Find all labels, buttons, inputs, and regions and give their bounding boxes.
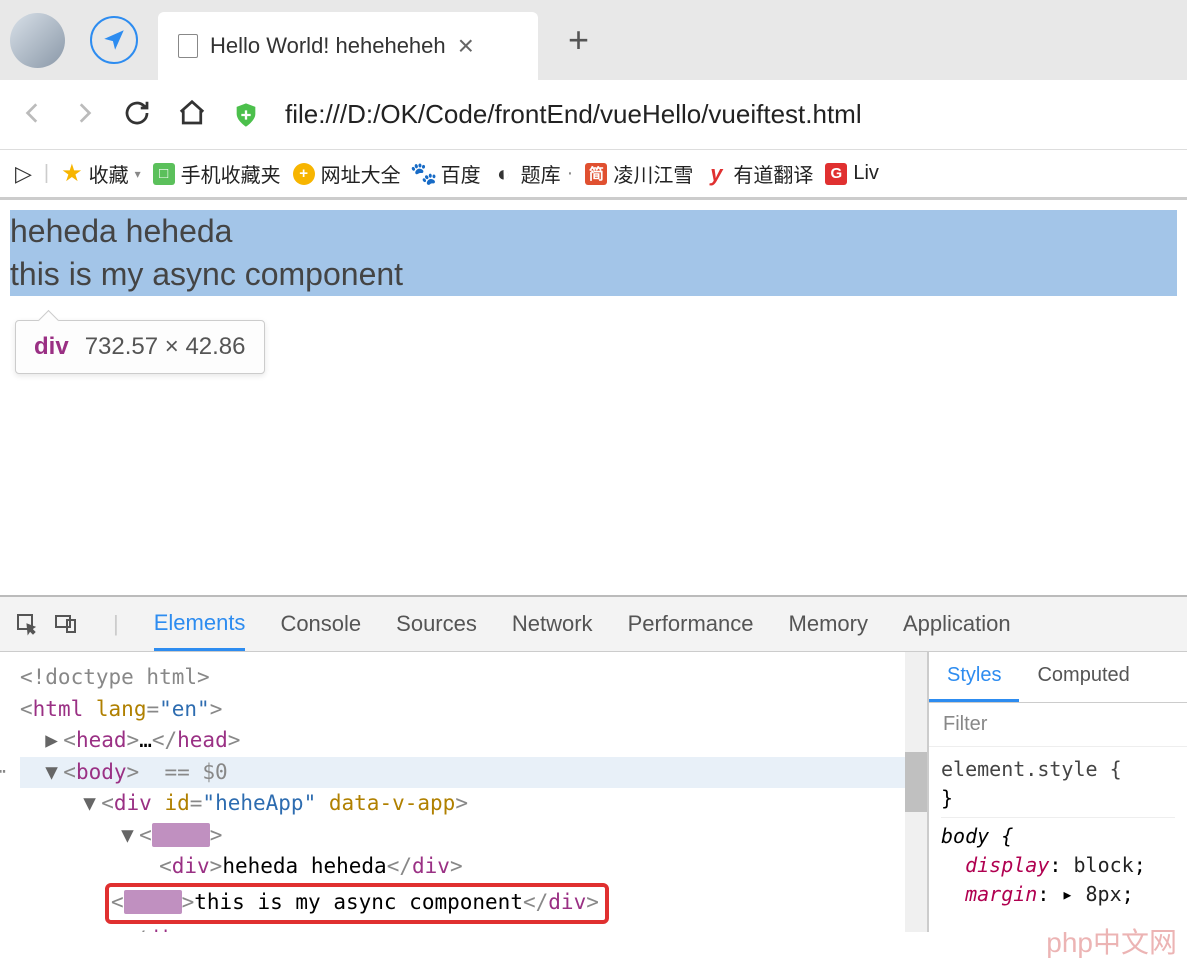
bookmark-lingchuan[interactable]: 简凌川江雪 bbox=[585, 159, 693, 188]
bookmark-bar: ▷ | ★收藏▾ □手机收藏夹 +网址大全 🐾百度 ◐题库· 简凌川江雪 y有道… bbox=[0, 150, 1187, 200]
tab-memory[interactable]: Memory bbox=[789, 599, 868, 649]
devtools-panel: | Elements Console Sources Network Perfo… bbox=[0, 595, 1187, 932]
back-button[interactable] bbox=[20, 100, 46, 129]
styles-panel: Styles Computed Filter element.style { }… bbox=[927, 652, 1187, 932]
bookmark-baidu[interactable]: 🐾百度 bbox=[413, 159, 481, 188]
devtools-body: ⋯ <!doctype html> <html lang="en"> ▶<hea… bbox=[0, 652, 1187, 932]
inspect-icon[interactable] bbox=[15, 612, 39, 636]
browser-tab[interactable]: Hello World! heheheheh × bbox=[158, 12, 538, 80]
tab-strip: Hello World! heheheheh × + bbox=[0, 0, 1187, 80]
ellipsis-icon: ⋯ bbox=[0, 758, 6, 785]
favorites-button[interactable]: ★收藏▾ bbox=[61, 159, 141, 188]
nav-bar: file:///D:/OK/Code/frontEnd/vueHello/vue… bbox=[0, 80, 1187, 150]
device-icon[interactable] bbox=[54, 612, 78, 636]
home-button[interactable] bbox=[177, 98, 207, 131]
new-tab-button[interactable]: + bbox=[568, 19, 589, 61]
tab-title: Hello World! heheheheh bbox=[210, 33, 446, 59]
file-icon bbox=[178, 34, 198, 58]
styles-rules: element.style { } body { display: block;… bbox=[929, 747, 1187, 917]
tooltip-dimensions: 732.57 × 42.86 bbox=[85, 333, 246, 361]
shield-icon bbox=[232, 101, 260, 129]
tooltip-tag: div bbox=[34, 333, 69, 361]
tab-performance[interactable]: Performance bbox=[628, 599, 754, 649]
bookmark-liv[interactable]: GLiv bbox=[825, 162, 879, 185]
refresh-button[interactable] bbox=[122, 98, 152, 131]
avatar[interactable] bbox=[10, 13, 65, 68]
content-line-2: this is my async component bbox=[10, 253, 1177, 296]
menu-toggle-icon[interactable]: ▷ bbox=[15, 161, 32, 187]
page-viewport: heheda heheda this is my async component… bbox=[0, 200, 1187, 595]
highlighted-source-line: <div>this is my async component</div> bbox=[105, 883, 609, 925]
navigation-icon[interactable] bbox=[90, 16, 138, 64]
content-line-1: heheda heheda bbox=[10, 210, 1177, 253]
styles-filter[interactable]: Filter bbox=[929, 703, 1187, 747]
scrollbar-thumb[interactable] bbox=[905, 752, 927, 812]
forward-button[interactable] bbox=[71, 100, 97, 129]
bookmark-youdao[interactable]: y有道翻译 bbox=[705, 159, 813, 188]
bookmark-mobile-fav[interactable]: □手机收藏夹 bbox=[153, 159, 281, 188]
tab-computed[interactable]: Computed bbox=[1019, 652, 1147, 702]
tab-sources[interactable]: Sources bbox=[396, 599, 477, 649]
url-bar[interactable]: file:///D:/OK/Code/frontEnd/vueHello/vue… bbox=[285, 99, 862, 130]
tab-console[interactable]: Console bbox=[280, 599, 361, 649]
bookmark-url-all[interactable]: +网址大全 bbox=[293, 159, 401, 188]
highlighted-element: heheda heheda this is my async component bbox=[10, 210, 1177, 296]
tab-network[interactable]: Network bbox=[512, 599, 593, 649]
tab-application[interactable]: Application bbox=[903, 599, 1011, 649]
bookmark-tiku[interactable]: ◐题库· bbox=[493, 159, 574, 188]
browser-chrome: Hello World! heheheheh × + file:///D:/OK… bbox=[0, 0, 1187, 200]
devtools-tabs: | Elements Console Sources Network Perfo… bbox=[0, 597, 1187, 652]
inspector-tooltip: div 732.57 × 42.86 bbox=[15, 320, 265, 374]
tab-elements[interactable]: Elements bbox=[154, 598, 246, 651]
close-icon[interactable]: × bbox=[458, 30, 474, 62]
tab-styles[interactable]: Styles bbox=[929, 652, 1019, 702]
elements-panel[interactable]: ⋯ <!doctype html> <html lang="en"> ▶<hea… bbox=[0, 652, 927, 932]
